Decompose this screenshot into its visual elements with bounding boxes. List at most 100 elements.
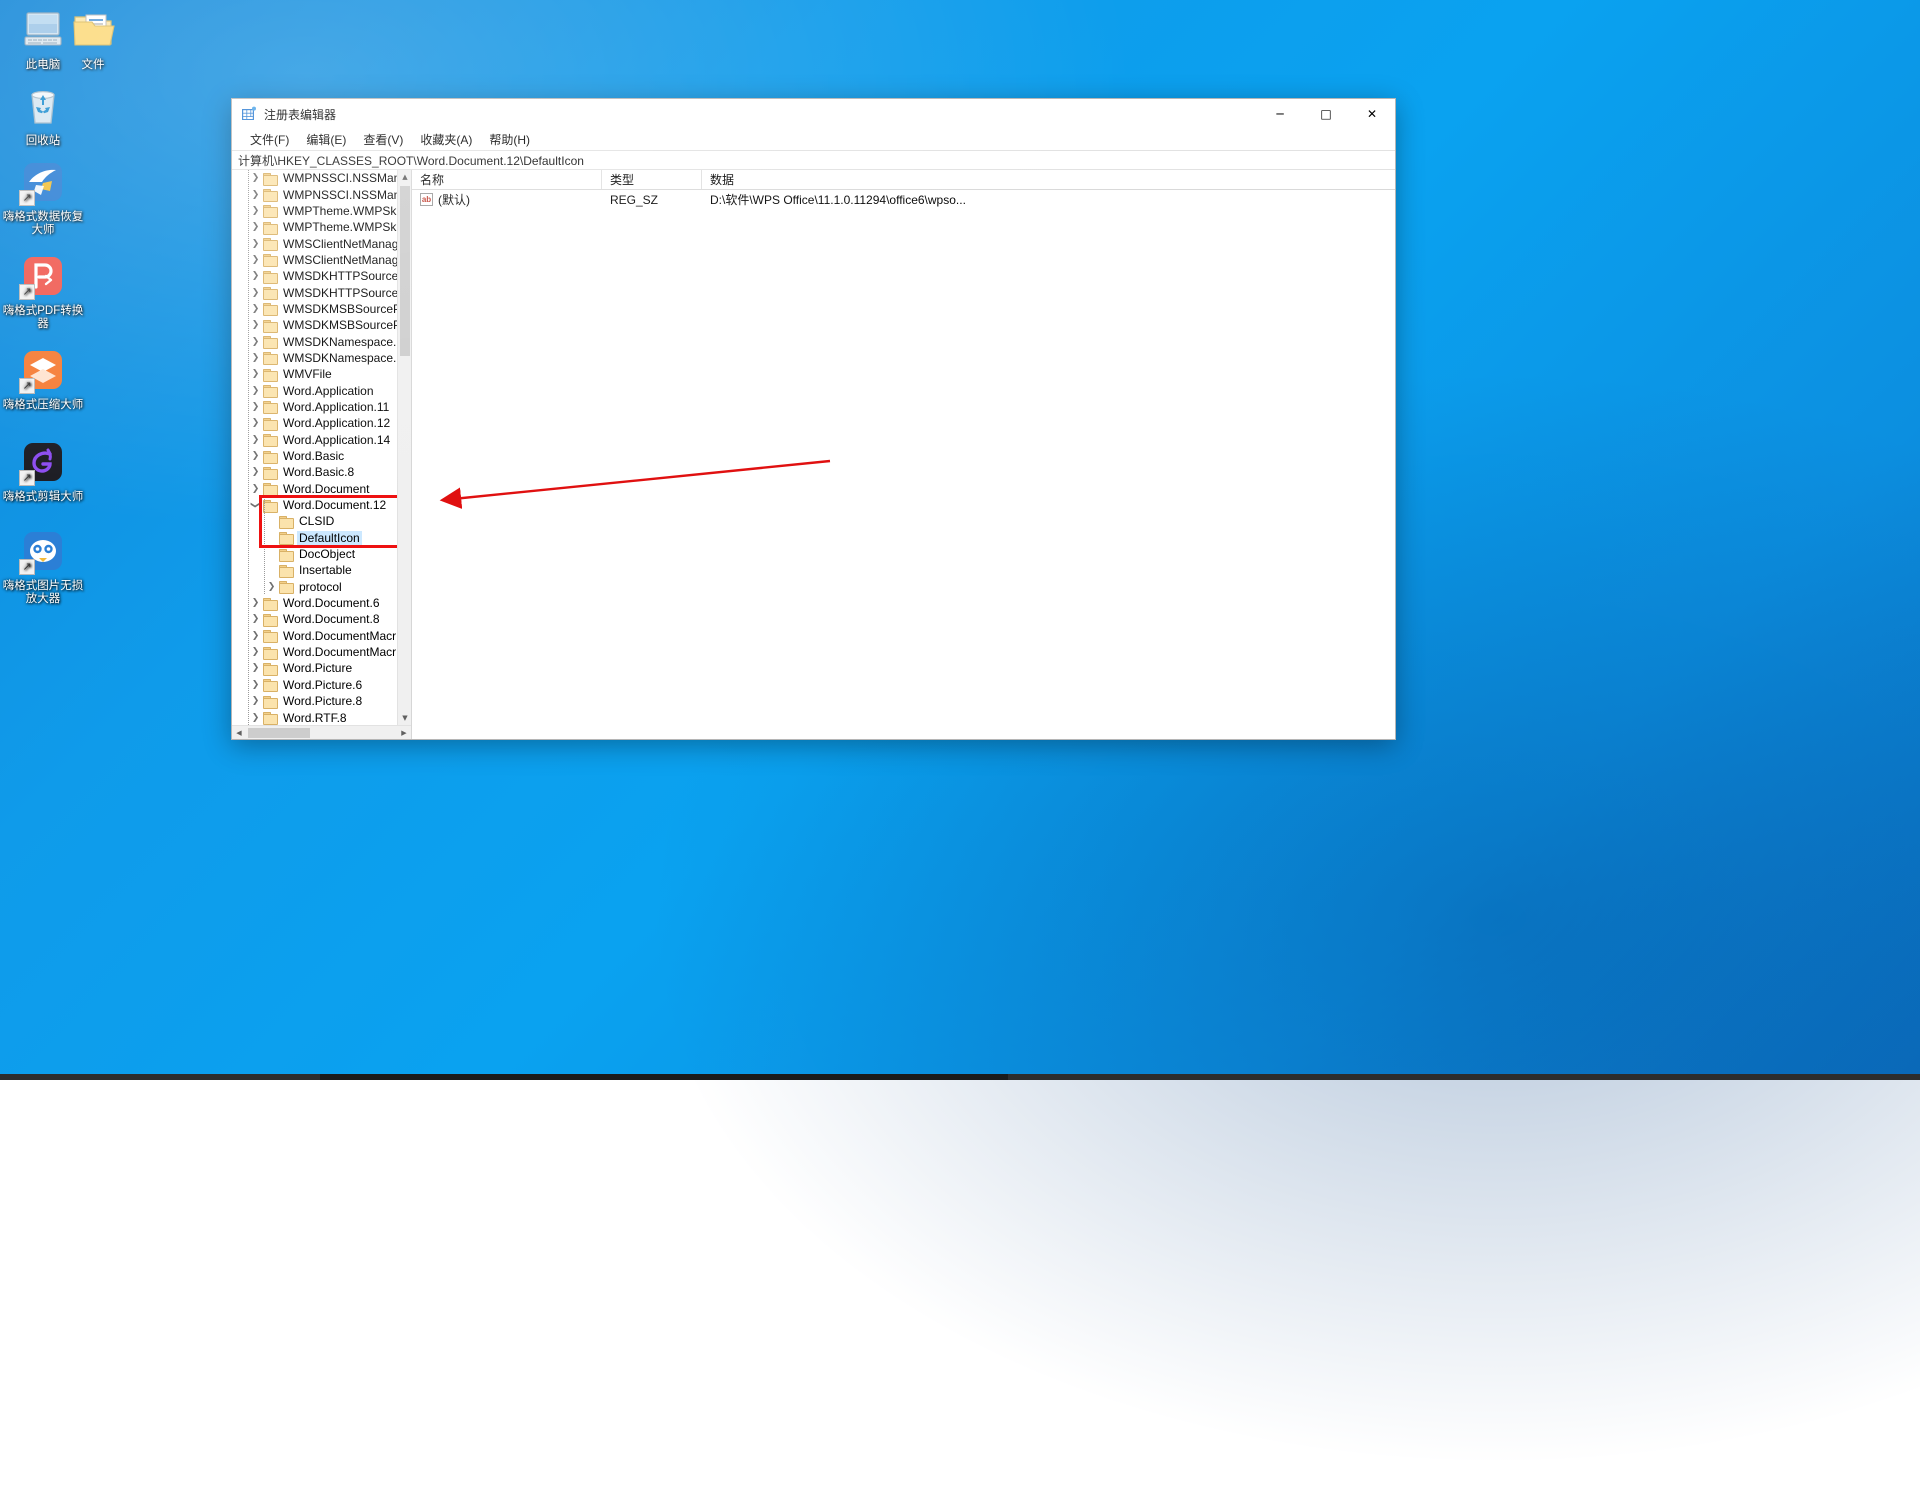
tree-item-word-basic[interactable]: ❯ Word.Basic <box>232 448 397 464</box>
scroll-down-icon[interactable]: ▼ <box>398 711 411 725</box>
chevron-right-icon[interactable]: ❯ <box>248 467 263 477</box>
tree-item-wmsclientnetmanag[interactable]: ❯ WMSClientNetManag <box>232 252 397 268</box>
menu-item-help[interactable]: 帮助(H) <box>481 130 538 149</box>
tree-item-word-documentmacr[interactable]: ❯ Word.DocumentMacr <box>232 628 397 644</box>
tree-item-word-documentmacr[interactable]: ❯ Word.DocumentMacr <box>232 644 397 660</box>
tree-item-word-document[interactable]: ❯ Word.Document <box>232 481 397 497</box>
chevron-right-icon[interactable]: ❯ <box>248 288 263 298</box>
tree-item-wmptheme-wmpskir[interactable]: ❯ WMPTheme.WMPSkir <box>232 203 397 219</box>
desktop-icon-folder[interactable]: 文件 <box>50 6 136 72</box>
chevron-right-icon[interactable]: ❯ <box>248 271 263 281</box>
minimize-button[interactable]: ─ <box>1257 99 1303 129</box>
desktop-icon-image-upscaler[interactable]: ↗ 嗨格式图片无损放大器 <box>0 527 86 606</box>
tree-item-defaulticon[interactable]: DefaultIcon <box>232 530 397 546</box>
scroll-up-icon[interactable]: ▲ <box>398 170 411 184</box>
tree-vertical-scrollbar[interactable]: ▲ ▼ <box>397 170 411 725</box>
registry-editor-window[interactable]: 注册表编辑器 ─ □ ✕ 文件(F) 编辑(E) 查看(V) 收藏夹(A) 帮助… <box>231 98 1396 740</box>
chevron-right-icon[interactable]: ❯ <box>248 451 263 461</box>
chevron-right-icon[interactable]: ❯ <box>248 614 263 624</box>
tree-item-protocol[interactable]: ❯ protocol <box>232 579 397 595</box>
tree-item-wmpnssci-nssmana[interactable]: ❯ WMPNSSCI.NSSMana <box>232 186 397 203</box>
chevron-right-icon[interactable]: ❯ <box>248 353 263 363</box>
tree-item-word-picture-8[interactable]: ❯ Word.Picture.8 <box>232 693 397 709</box>
tree-item-clsid[interactable]: CLSID <box>232 513 397 529</box>
tree-item-word-basic-8[interactable]: ❯ Word.Basic.8 <box>232 464 397 480</box>
desktop-icon-recycle-bin[interactable]: 回收站 <box>0 82 86 148</box>
tree-item-word-application-14[interactable]: ❯ Word.Application.14 <box>232 432 397 448</box>
chevron-right-icon[interactable]: ❯ <box>248 304 263 314</box>
chevron-right-icon[interactable]: ❯ <box>248 190 263 200</box>
registry-tree[interactable]: ❯ WMPNSSCI.NSSMana ❯ WMPNSSCI.NSSMana ❯ WMPTh… <box>232 170 397 725</box>
tree-item-wmsdkmsbsourcep[interactable]: ❯ WMSDKMSBSourceP <box>232 301 397 317</box>
tree-hscroll-thumb[interactable] <box>248 728 310 738</box>
tree-item-word-application[interactable]: ❯ Word.Application <box>232 382 397 399</box>
chevron-right-icon[interactable]: ❯ <box>248 173 263 183</box>
chevron-right-icon[interactable]: ❯ <box>248 239 263 249</box>
chevron-right-icon[interactable]: ❯ <box>248 320 263 330</box>
menu-item-view[interactable]: 查看(V) <box>355 130 411 149</box>
desktop-icon-data-recovery[interactable]: ↗ 嗨格式数据恢复大师 <box>0 158 86 237</box>
window-titlebar[interactable]: 注册表编辑器 ─ □ ✕ <box>232 99 1395 129</box>
tree-item-wmsdknamespace-i[interactable]: ❯ WMSDKNamespace.I <box>232 333 397 350</box>
maximize-button[interactable]: □ <box>1303 99 1349 129</box>
tree-item-wmsdknamespace-i[interactable]: ❯ WMSDKNamespace.I <box>232 350 397 366</box>
tree-item-word-picture[interactable]: ❯ Word.Picture <box>232 660 397 676</box>
chevron-right-icon[interactable]: ❯ <box>248 647 263 657</box>
chevron-right-icon[interactable]: ❯ <box>248 206 263 216</box>
tree-item-wmptheme-wmpskir[interactable]: ❯ WMPTheme.WMPSkir <box>232 219 397 235</box>
chevron-right-icon[interactable]: ❯ <box>248 337 263 347</box>
close-button[interactable]: ✕ <box>1349 99 1395 129</box>
column-header-name[interactable]: 名称 <box>412 170 602 189</box>
chevron-right-icon[interactable]: ❯ <box>248 222 263 232</box>
scroll-left-icon[interactable]: ◀ <box>232 726 246 739</box>
chevron-right-icon[interactable]: ❯ <box>248 680 263 690</box>
menu-item-file[interactable]: 文件(F) <box>242 130 297 149</box>
chevron-right-icon[interactable]: ❯ <box>248 598 263 608</box>
tree-vscroll-thumb[interactable] <box>400 186 410 356</box>
tree-item-insertable[interactable]: Insertable <box>232 562 397 578</box>
chevron-right-icon[interactable]: ❯ <box>248 435 263 445</box>
tree-item-docobject[interactable]: DocObject <box>232 546 397 562</box>
chevron-right-icon[interactable]: ❯ <box>264 582 279 592</box>
tree-item-word-application-11[interactable]: ❯ Word.Application.11 <box>232 399 397 415</box>
tree-item-wmsclientnetmanag[interactable]: ❯ WMSClientNetManag <box>232 235 397 252</box>
chevron-right-icon[interactable]: ❯ <box>248 255 263 265</box>
value-row[interactable]: ab (默认) REG_SZ D:\软件\WPS Office\11.1.0.1129… <box>412 190 1395 209</box>
tree-item-wmpnssci-nssmana[interactable]: ❯ WMPNSSCI.NSSMana <box>232 170 397 186</box>
menu-item-favorites[interactable]: 收藏夹(A) <box>412 130 480 149</box>
tree-item-wmvfile[interactable]: ❯ WMVFile <box>232 366 397 382</box>
chevron-right-icon[interactable]: ❯ <box>248 663 263 673</box>
chevron-down-icon[interactable]: ❮ <box>251 498 261 513</box>
tree-item-word-rtf-8[interactable]: ❯ Word.RTF.8 <box>232 709 397 725</box>
column-header-data[interactable]: 数据 <box>702 170 1395 189</box>
desktop-icon-compressor[interactable]: ↗ 嗨格式压缩大师 <box>0 346 86 412</box>
taskbar[interactable] <box>0 1074 1920 1080</box>
tree-item-wmsdkhttpsourcef[interactable]: ❯ WMSDKHTTPSourceF <box>232 284 397 301</box>
chevron-right-icon[interactable]: ❯ <box>248 418 263 428</box>
tree-item-wmsdkhttpsourcef[interactable]: ❯ WMSDKHTTPSourceF <box>232 268 397 284</box>
address-bar[interactable]: 计算机\HKEY_CLASSES_ROOT\Word.Document.12\D… <box>232 150 1395 170</box>
desktop-icon-pdf-converter[interactable]: ↗ 嗨格式PDF转换器 <box>0 252 86 331</box>
tree-item-wmsdkmsbsourcep[interactable]: ❯ WMSDKMSBSourceP <box>232 317 397 333</box>
column-header-type[interactable]: 类型 <box>602 170 702 189</box>
values-list[interactable]: ab (默认) REG_SZ D:\软件\WPS Office\11.1.0.1129… <box>412 190 1395 739</box>
tree-item-word-document-6[interactable]: ❯ Word.Document.6 <box>232 595 397 611</box>
chevron-right-icon[interactable]: ❯ <box>248 386 263 396</box>
chevron-right-icon[interactable]: ❯ <box>248 369 263 379</box>
menu-item-edit[interactable]: 编辑(E) <box>298 130 354 149</box>
tree-item-word-document-12[interactable]: ❮ Word.Document.12 <box>232 497 397 513</box>
scroll-right-icon[interactable]: ▶ <box>397 726 411 739</box>
desktop-icon-video-editor[interactable]: ↗ 嗨格式剪辑大师 <box>0 438 86 504</box>
chevron-right-icon[interactable]: ❯ <box>248 696 263 706</box>
chevron-right-icon[interactable]: ❯ <box>248 713 263 723</box>
tree-item-word-document-8[interactable]: ❯ Word.Document.8 <box>232 611 397 627</box>
registry-tree-pane[interactable]: ❯ WMPNSSCI.NSSMana ❯ WMPNSSCI.NSSMana ❯ WMPTh… <box>232 170 412 739</box>
registry-values-pane[interactable]: 名称 类型 数据 ab (默认) REG_SZ D:\软件\WPS Office\11.1… <box>412 170 1395 739</box>
chevron-right-icon[interactable]: ❯ <box>248 484 263 494</box>
chevron-right-icon[interactable]: ❯ <box>248 631 263 641</box>
tree-item-word-application-12[interactable]: ❯ Word.Application.12 <box>232 415 397 431</box>
chevron-right-icon[interactable]: ❯ <box>248 402 263 412</box>
values-column-header[interactable]: 名称 类型 数据 <box>412 170 1395 190</box>
tree-item-word-picture-6[interactable]: ❯ Word.Picture.6 <box>232 677 397 693</box>
tree-horizontal-scrollbar[interactable]: ◀ ▶ <box>232 725 411 739</box>
